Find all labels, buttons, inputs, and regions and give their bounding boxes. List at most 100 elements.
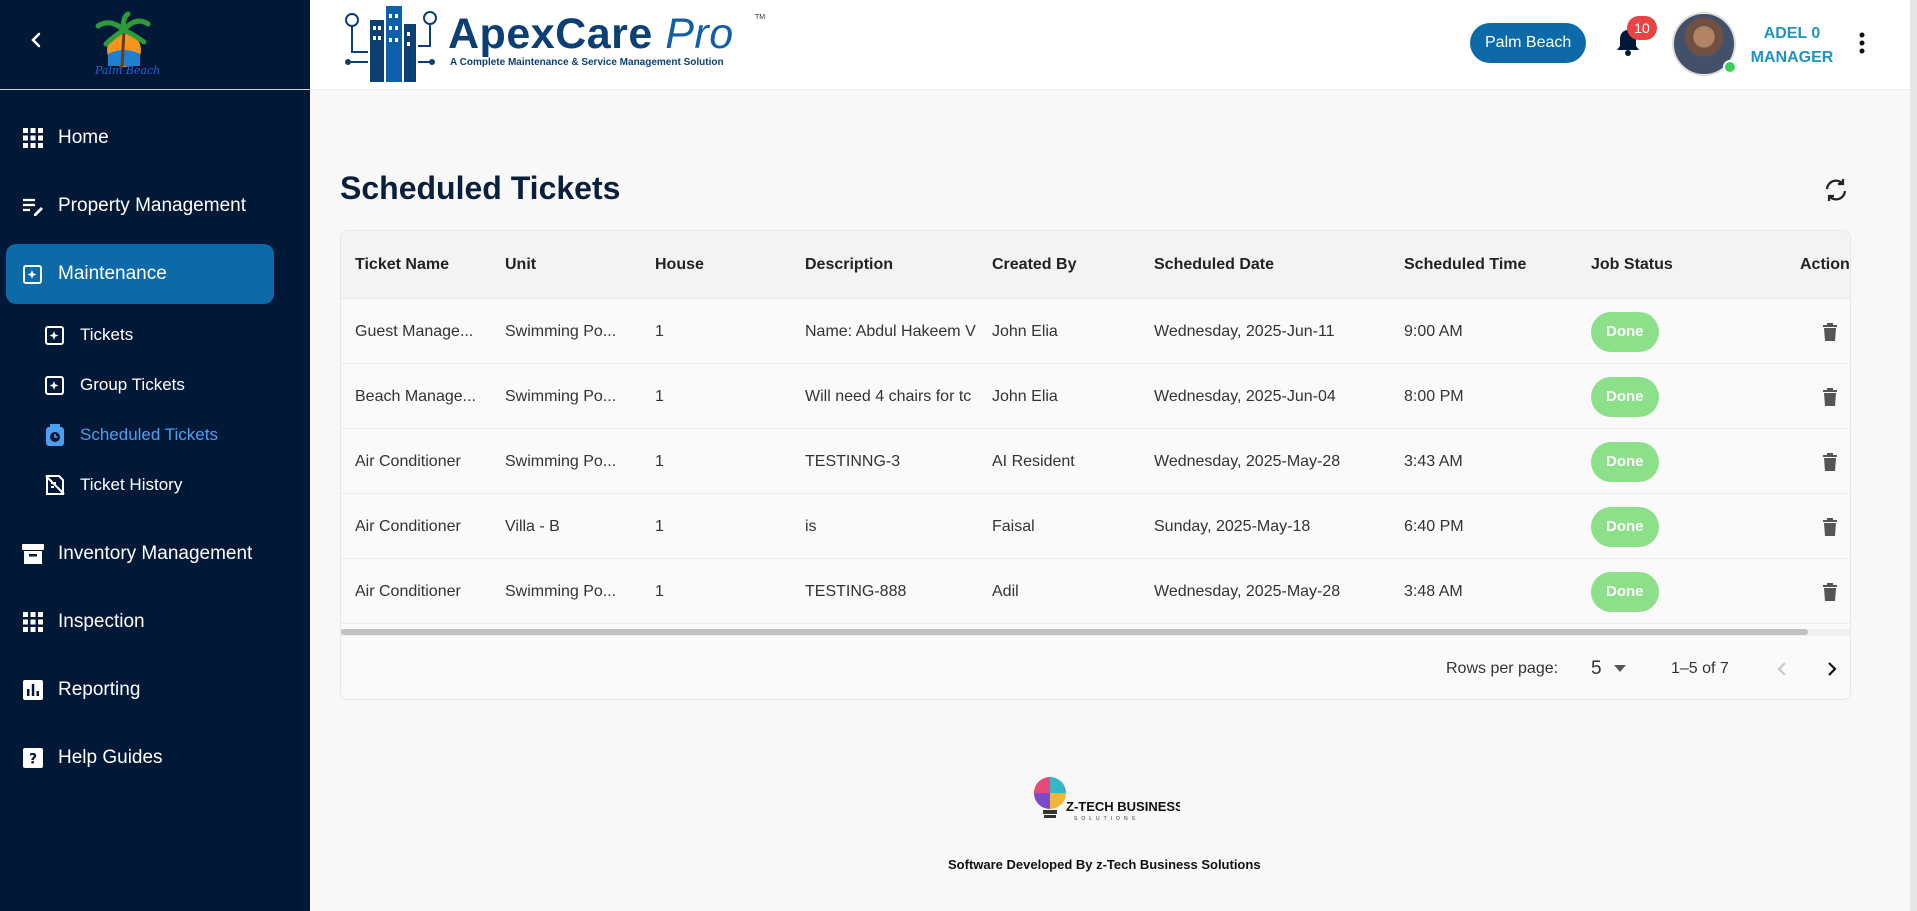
- cell-scheduled-time: 3:43 AM: [1404, 452, 1463, 470]
- sparkle-add-icon: [44, 374, 66, 396]
- brand-subtitle: A Complete Maintenance & Service Managem…: [450, 57, 724, 68]
- sidebar: Palm Beach Home Property Management Main…: [0, 0, 310, 911]
- cell-ticket-name: Air Conditioner: [355, 452, 461, 470]
- column-header-house[interactable]: House: [655, 231, 704, 299]
- cell-unit: Swimming Po...: [505, 452, 617, 470]
- caret-down-icon: [1613, 665, 1626, 672]
- cell-ticket-name: Air Conditioner: [355, 582, 461, 600]
- column-header-scheduled-date[interactable]: Scheduled Date: [1154, 231, 1274, 299]
- column-header-scheduled-time[interactable]: Scheduled Time: [1404, 231, 1526, 299]
- refresh-icon[interactable]: [1822, 176, 1850, 204]
- sidebar-subitem-scheduled-tickets[interactable]: Scheduled Tickets: [0, 410, 310, 460]
- trash-icon[interactable]: [1819, 385, 1841, 409]
- sidebar-header: Palm Beach: [0, 0, 310, 90]
- cell-scheduled-time: 6:40 PM: [1404, 517, 1464, 535]
- trash-icon[interactable]: [1819, 320, 1841, 344]
- sidebar-item-help-guides[interactable]: ? Help Guides: [0, 728, 310, 788]
- cell-job-status: Done: [1591, 299, 1771, 364]
- cell-job-status: Done: [1591, 494, 1771, 559]
- user-info[interactable]: ADEL 0 MANAGER: [1742, 22, 1842, 70]
- cell-job-status: Done: [1591, 364, 1771, 429]
- pagination-range: 1–5 of 7: [1671, 659, 1729, 677]
- cell-ticket-name: Beach Manage...: [355, 387, 476, 405]
- footer-credit: Software Developed By z-Tech Business So…: [948, 857, 1261, 872]
- logo-caption: Palm Beach: [95, 64, 161, 77]
- sidebar-item-label: Maintenance: [58, 263, 167, 284]
- chevron-right-icon[interactable]: [1819, 656, 1845, 682]
- cell-action: [1819, 299, 1849, 364]
- table-row[interactable]: Air Conditioner Villa - B 1 is Faisal Su…: [341, 494, 1850, 559]
- column-header-ticket-name[interactable]: Ticket Name: [355, 231, 449, 299]
- sidebar-subitem-tickets[interactable]: Tickets: [0, 310, 310, 360]
- status-badge: Done: [1591, 506, 1659, 547]
- sidebar-subitem-ticket-history[interactable]: Ticket History: [0, 460, 310, 510]
- page-scrollbar[interactable]: [1910, 0, 1917, 911]
- brand-title: ApexCare Pro: [448, 10, 734, 59]
- ztech-logo-text: Z-TECH BUSINESS: [1066, 799, 1180, 814]
- sidebar-subitem-group-tickets[interactable]: Group Tickets: [0, 360, 310, 410]
- cell-house: 1: [655, 322, 664, 340]
- cell-scheduled-date: Wednesday, 2025-Jun-04: [1154, 387, 1336, 405]
- bar-chart-icon: [22, 679, 44, 701]
- table-row[interactable]: Guest Manage... Swimming Po... 1 Name: A…: [341, 299, 1850, 364]
- cell-house: 1: [655, 452, 664, 470]
- brand-logo: ApexCare Pro TM A Complete Maintenance &…: [340, 0, 765, 90]
- sidebar-item-inspection[interactable]: Inspection: [0, 592, 310, 652]
- edit-list-icon: [22, 195, 44, 217]
- ztech-logo: Z-TECH BUSINESS SOLUTIONS: [1030, 773, 1184, 829]
- table-row[interactable]: Air Conditioner Swimming Po... 1 TESTING…: [341, 559, 1850, 624]
- cell-description: Will need 4 chairs for tc: [805, 387, 972, 405]
- cell-created-by: Faisal: [992, 517, 1035, 535]
- sidebar-item-property-management[interactable]: Property Management: [0, 176, 310, 236]
- cell-house: 1: [655, 517, 664, 535]
- cell-description: TESTINNG-3: [805, 452, 901, 470]
- sidebar-item-reporting[interactable]: Reporting: [0, 660, 310, 720]
- grid-icon: [22, 127, 44, 149]
- grid-icon: [22, 611, 44, 633]
- sidebar-item-home[interactable]: Home: [0, 108, 310, 168]
- cell-unit: Swimming Po...: [505, 387, 617, 405]
- column-header-action: Action: [1800, 256, 1850, 273]
- column-header-unit[interactable]: Unit: [505, 231, 536, 299]
- trash-icon[interactable]: [1819, 515, 1841, 539]
- sidebar-item-label: Help Guides: [58, 747, 163, 768]
- cell-scheduled-date: Wednesday, 2025-May-28: [1154, 452, 1341, 470]
- sidebar-item-inventory-management[interactable]: Inventory Management: [0, 524, 310, 584]
- sidebar-item-maintenance[interactable]: Maintenance: [6, 244, 274, 304]
- cell-description: Name: Abdul Hakeem V: [805, 322, 976, 340]
- cell-house: 1: [655, 387, 664, 405]
- trash-icon[interactable]: [1819, 580, 1841, 604]
- column-header-description[interactable]: Description: [805, 231, 893, 299]
- column-header-created-by[interactable]: Created By: [992, 231, 1076, 299]
- cell-created-by: Adil: [992, 582, 1019, 600]
- column-header-job-status[interactable]: Job Status: [1591, 231, 1673, 299]
- cell-job-status: Done: [1591, 559, 1771, 624]
- trash-icon[interactable]: [1819, 450, 1841, 474]
- archive-icon: [22, 543, 44, 565]
- sidebar-nav: Home Property Management Maintenance Tic…: [0, 108, 310, 796]
- table-row[interactable]: Beach Manage... Swimming Po... 1 Will ne…: [341, 364, 1850, 429]
- table-row[interactable]: Air Conditioner Swimming Po... 1 TESTINN…: [341, 429, 1850, 494]
- building-logo-icon: [345, 6, 437, 82]
- cell-unit: Swimming Po...: [505, 582, 617, 600]
- rows-per-page-label: Rows per page:: [1446, 659, 1559, 677]
- chevron-left-icon[interactable]: [24, 28, 48, 52]
- brand-title-pro: Pro: [665, 10, 734, 58]
- property-selector-button[interactable]: Palm Beach: [1470, 23, 1587, 63]
- cell-action: [1819, 494, 1849, 559]
- sidebar-subitem-label: Group Tickets: [80, 375, 185, 394]
- status-badge: Done: [1591, 571, 1659, 612]
- cell-scheduled-date: Wednesday, 2025-May-28: [1154, 582, 1341, 600]
- scrollbar-thumb[interactable]: [341, 629, 1808, 635]
- table-horizontal-scrollbar[interactable]: [341, 629, 1850, 636]
- rows-per-page-select[interactable]: 5: [1591, 636, 1626, 699]
- page-title: Scheduled Tickets: [340, 170, 621, 206]
- user-name: ADEL 0: [1763, 25, 1821, 42]
- sidebar-subitem-label: Ticket History: [80, 475, 183, 494]
- cell-action: [1819, 364, 1849, 429]
- more-vertical-icon[interactable]: [1850, 30, 1874, 56]
- table-header: Ticket Name Unit House Description Creat…: [341, 231, 1850, 299]
- help-icon: ?: [22, 747, 44, 769]
- chevron-left-icon[interactable]: [1769, 656, 1795, 682]
- sidebar-subitem-label: Scheduled Tickets: [80, 425, 218, 444]
